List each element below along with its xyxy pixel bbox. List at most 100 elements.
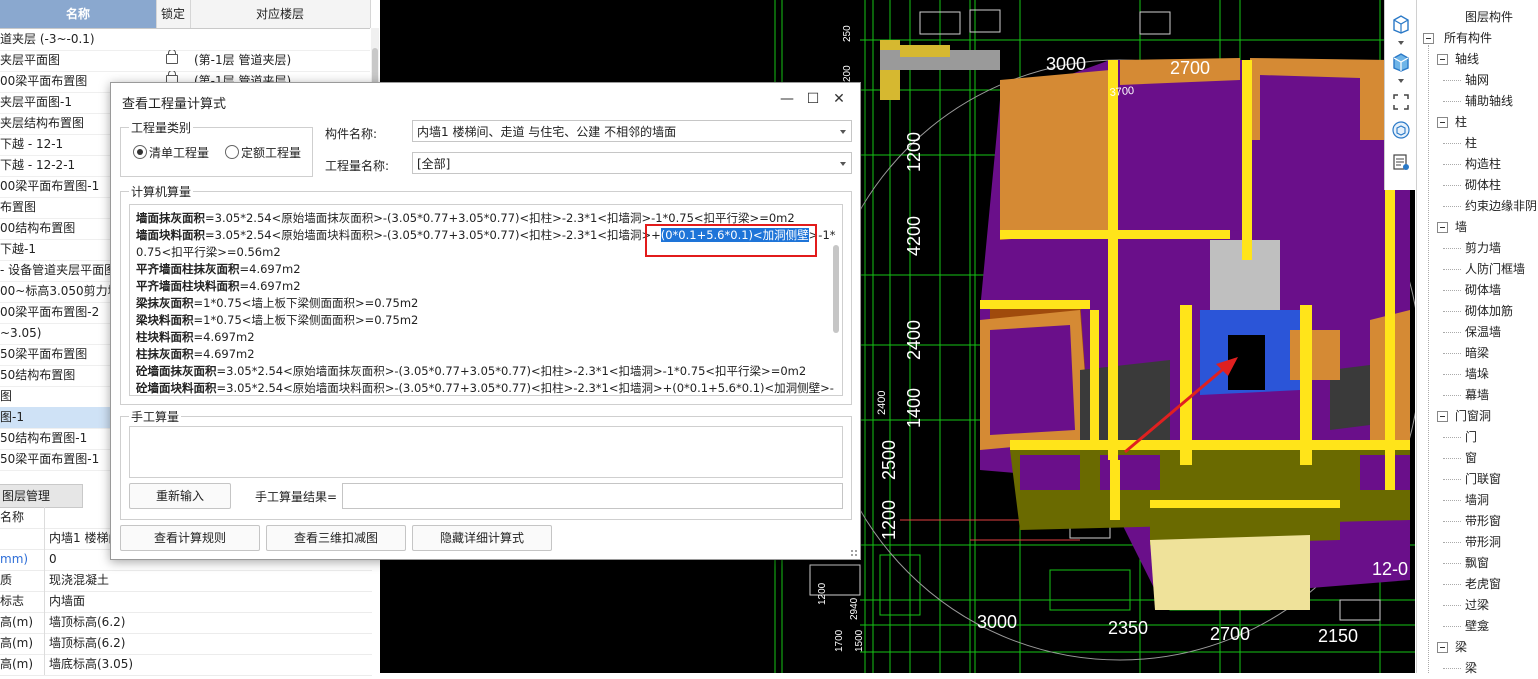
tree-item[interactable]: 窗	[1417, 448, 1538, 469]
floor-list-header: 名称 锁定 对应楼层	[0, 0, 371, 29]
tree-item[interactable]: 砌体柱	[1417, 175, 1538, 196]
calc-scrollbar[interactable]	[833, 245, 839, 333]
tree-connector	[1443, 143, 1461, 144]
property-row[interactable]: 高(m) 墙顶标高(6.2)	[0, 633, 372, 655]
tree-item[interactable]: 所有构件	[1417, 28, 1538, 49]
property-row[interactable]: 高(m) 墙顶标高(6.2)	[0, 612, 372, 634]
collapse-icon[interactable]	[1423, 33, 1434, 44]
red-highlight-box	[645, 224, 817, 257]
tree-item[interactable]: 门窗洞	[1417, 406, 1538, 427]
view-calc-rules-button[interactable]: 查看计算规则	[120, 525, 260, 551]
view-3d-deduction-button[interactable]: 查看三维扣减图	[266, 525, 406, 551]
manual-result-field[interactable]	[342, 483, 843, 509]
property-row[interactable]: 标志 内墙面	[0, 591, 372, 613]
calc-line-expr: 0.75<扣平行梁>=0.56m2	[136, 245, 281, 259]
radio-quota-label[interactable]: 定额工程量	[241, 144, 301, 161]
calc-line-name: 柱抹灰面积	[136, 347, 194, 361]
collapse-icon[interactable]	[1437, 222, 1448, 233]
cube-3d-view-icon[interactable]	[1391, 52, 1411, 72]
tree-connector	[1443, 374, 1461, 375]
tree-item[interactable]: 保温墙	[1417, 322, 1538, 343]
tree-item-label: 砌体墙	[1465, 283, 1502, 297]
tab-layer-manage[interactable]: 图层管理	[0, 484, 83, 508]
tree-item[interactable]: 飘窗	[1417, 553, 1538, 574]
rotate-3d-icon[interactable]	[1391, 120, 1411, 140]
tree-item[interactable]: 墙垛	[1417, 364, 1538, 385]
floor-row[interactable]: 道夹层 (-3~-0.1)	[0, 29, 370, 51]
calc-formula-text[interactable]: 墙面抹灰面积=3.05*2.54<原始墙面抹灰面积>-(3.05*0.77+3.…	[129, 204, 843, 396]
property-list-icon[interactable]	[1391, 152, 1411, 172]
qty-name-value: [全部]	[417, 157, 451, 171]
tree-item[interactable]: 门联窗	[1417, 469, 1538, 490]
tree-item[interactable]: 辅助轴线	[1417, 91, 1538, 112]
tree-item[interactable]: 幕墙	[1417, 385, 1538, 406]
tree-connector	[1443, 584, 1461, 585]
resize-grip[interactable]	[850, 549, 858, 557]
qty-name-select[interactable]: [全部]	[412, 152, 852, 174]
tree-item[interactable]: 过梁	[1417, 595, 1538, 616]
manual-result-label: 手工算量结果=	[255, 490, 338, 504]
collapse-icon[interactable]	[1437, 117, 1448, 128]
tree-item[interactable]: 梁	[1417, 658, 1538, 679]
tree-item[interactable]: 轴网	[1417, 70, 1538, 91]
property-row[interactable]: 质现浇混凝土	[0, 570, 372, 592]
hide-detail-formula-button[interactable]: 隐藏详细计算式	[412, 525, 552, 551]
column-header-lock[interactable]: 锁定	[156, 0, 191, 28]
close-button[interactable]: ✕	[829, 89, 849, 109]
tree-item[interactable]: 柱	[1417, 133, 1538, 154]
reenter-button[interactable]: 重新输入	[129, 483, 231, 509]
collapse-icon[interactable]	[1437, 642, 1448, 653]
tree-item[interactable]: 剪力墙	[1417, 238, 1538, 259]
tree-item[interactable]: 带形洞	[1417, 532, 1538, 553]
maximize-button[interactable]: ☐	[803, 89, 823, 109]
tree-item[interactable]: 墙	[1417, 217, 1538, 238]
collapse-icon[interactable]	[1437, 54, 1448, 65]
tree-item-label: 带形洞	[1465, 535, 1502, 549]
tree-item[interactable]: 柱	[1417, 112, 1538, 133]
manual-input-area[interactable]	[129, 426, 843, 478]
tree-item[interactable]: 墙洞	[1417, 490, 1538, 511]
calc-line: 柱抹灰面积=4.697m2	[136, 346, 255, 363]
component-name-select[interactable]: 内墙1 楼梯间、走道 与住宅、公建 不相邻的墙面	[412, 120, 852, 142]
calc-line: 平齐墙面柱块料面积=4.697m2	[136, 278, 301, 295]
tree-item[interactable]: 门	[1417, 427, 1538, 448]
column-header-name[interactable]: 名称	[0, 0, 157, 28]
tree-item[interactable]: 构造柱	[1417, 154, 1538, 175]
floor-row[interactable]: 夹层平面图 (第-1层 管道夹层)	[0, 50, 370, 72]
cube-top-view-icon[interactable]	[1391, 14, 1411, 34]
minimize-button[interactable]: —	[777, 89, 797, 109]
calc-line: 0.75<扣平行梁>=0.56m2	[136, 244, 281, 261]
tree-item[interactable]: 梁	[1417, 637, 1538, 658]
manual-group-label: 手工算量	[129, 408, 182, 425]
radio-bill-qty[interactable]	[133, 145, 147, 159]
tree-item[interactable]: 暗梁	[1417, 343, 1538, 364]
collapse-icon[interactable]	[1437, 411, 1448, 422]
column-header-floor[interactable]: 对应楼层	[190, 0, 371, 28]
lock-icon[interactable]	[166, 50, 178, 64]
tree-item[interactable]: 壁龛	[1417, 616, 1538, 637]
property-key: 质	[0, 570, 45, 591]
tree-item[interactable]: 人防门框墙	[1417, 259, 1538, 280]
calc-line-expr: =4.697m2	[239, 262, 301, 276]
tree-connector	[1443, 332, 1461, 333]
chevron-down-icon[interactable]	[1391, 38, 1411, 48]
chevron-down-icon[interactable]	[1391, 76, 1411, 86]
tree-item-label: 墙	[1455, 220, 1468, 234]
tree-item[interactable]: 约束边缘非阴...	[1417, 196, 1538, 217]
tree-item[interactable]: 砌体加筋	[1417, 301, 1538, 322]
tree-item-label: 门	[1465, 430, 1478, 444]
tree-item[interactable]: 带形窗	[1417, 511, 1538, 532]
fullscreen-icon[interactable]	[1391, 92, 1411, 112]
radio-bill-label[interactable]: 清单工程量	[149, 144, 209, 161]
tree-item-label: 构造柱	[1465, 157, 1502, 171]
tree-connector	[1443, 101, 1461, 102]
tree-item[interactable]: 老虎窗	[1417, 574, 1538, 595]
tree-connector	[1443, 626, 1461, 627]
tree-connector	[1443, 542, 1461, 543]
tree-item-label: 辅助轴线	[1465, 94, 1514, 108]
tree-item[interactable]: 轴线	[1417, 49, 1538, 70]
tree-connector	[1443, 185, 1461, 186]
qty-type-group: 工程量类别 清单工程量 定额工程量	[120, 119, 313, 177]
tree-item[interactable]: 砌体墙	[1417, 280, 1538, 301]
radio-quota-qty[interactable]	[225, 145, 239, 159]
